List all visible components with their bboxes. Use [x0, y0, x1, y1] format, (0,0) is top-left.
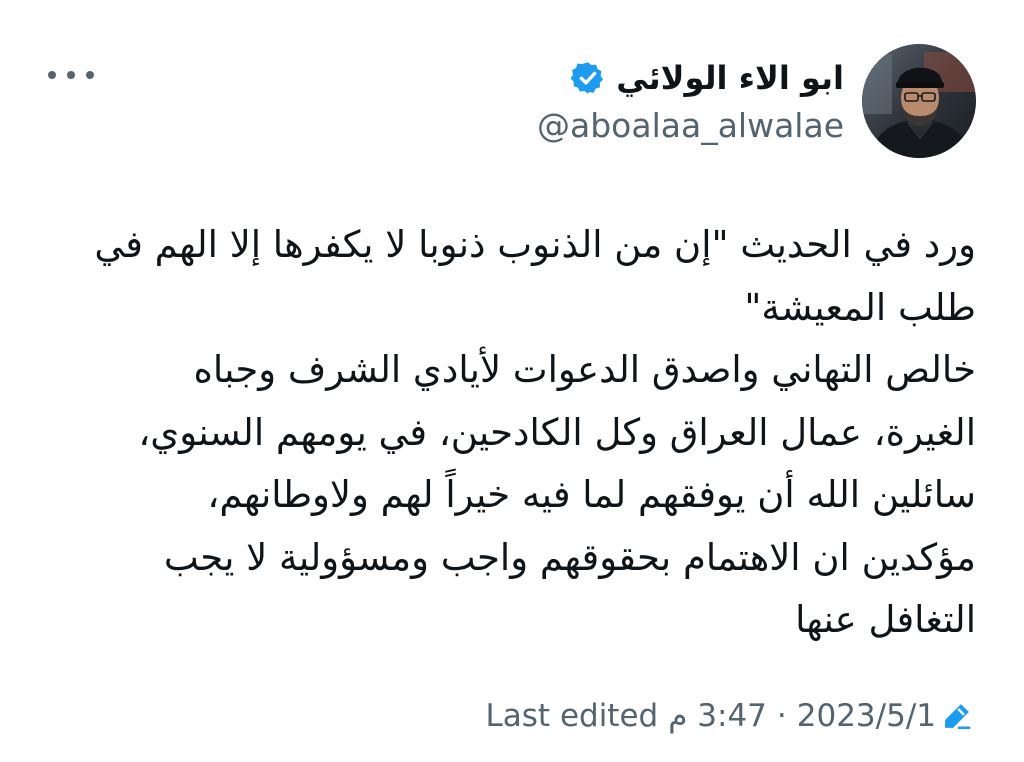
more-icon-dot — [48, 71, 56, 79]
edited-label[interactable]: Last edited — [486, 698, 659, 734]
more-icon-dot — [86, 71, 94, 79]
tweet-text-line: الغيرة، عمال العراق وكل الكادحين، في يوم… — [138, 410, 976, 454]
tweet-card: ابو الاء الولائي @aboalaa_alwalae ورد في… — [0, 0, 1024, 762]
author-name-row[interactable]: ابو الاء الولائي — [570, 52, 844, 104]
tweet-text-line: خالص التهاني واصدق الدعوات لأيادي الشرف … — [193, 348, 976, 391]
tweet-date[interactable]: 2023/5/1 — [797, 698, 936, 734]
edit-pencil-icon[interactable] — [940, 699, 974, 733]
tweet-text-line: التغافل عنها — [795, 598, 976, 641]
tweet-text-line: سائلين الله أن يوفقهم لما فيه خيراً لهم … — [207, 473, 976, 516]
footer-separator: · — [776, 698, 787, 734]
tweet-text: ورد في الحديث "إن من الذنوب ذنوبا لا يكف… — [52, 214, 976, 652]
author-name[interactable]: ابو الاء الولائي — [616, 59, 844, 97]
tweet-time[interactable]: 3:47 م — [668, 698, 767, 734]
tweet-text-line: مؤكدين ان الاهتمام بحقوقهم واجب ومسؤولية… — [163, 535, 976, 579]
more-icon-dot — [67, 71, 75, 79]
tweet-footer: Last edited 3:47 م · 2023/5/1 — [486, 690, 974, 742]
avatar[interactable] — [862, 44, 976, 158]
author-handle[interactable]: @aboalaa_alwalae — [537, 106, 844, 145]
more-options-button[interactable] — [48, 60, 94, 90]
verified-badge-icon — [570, 60, 606, 96]
avatar-photo — [862, 44, 976, 158]
tweet-text-line: ورد في الحديث "إن من الذنوب ذنوبا لا يكف… — [94, 223, 976, 266]
tweet-text-line: طلب المعيشة" — [744, 285, 976, 329]
